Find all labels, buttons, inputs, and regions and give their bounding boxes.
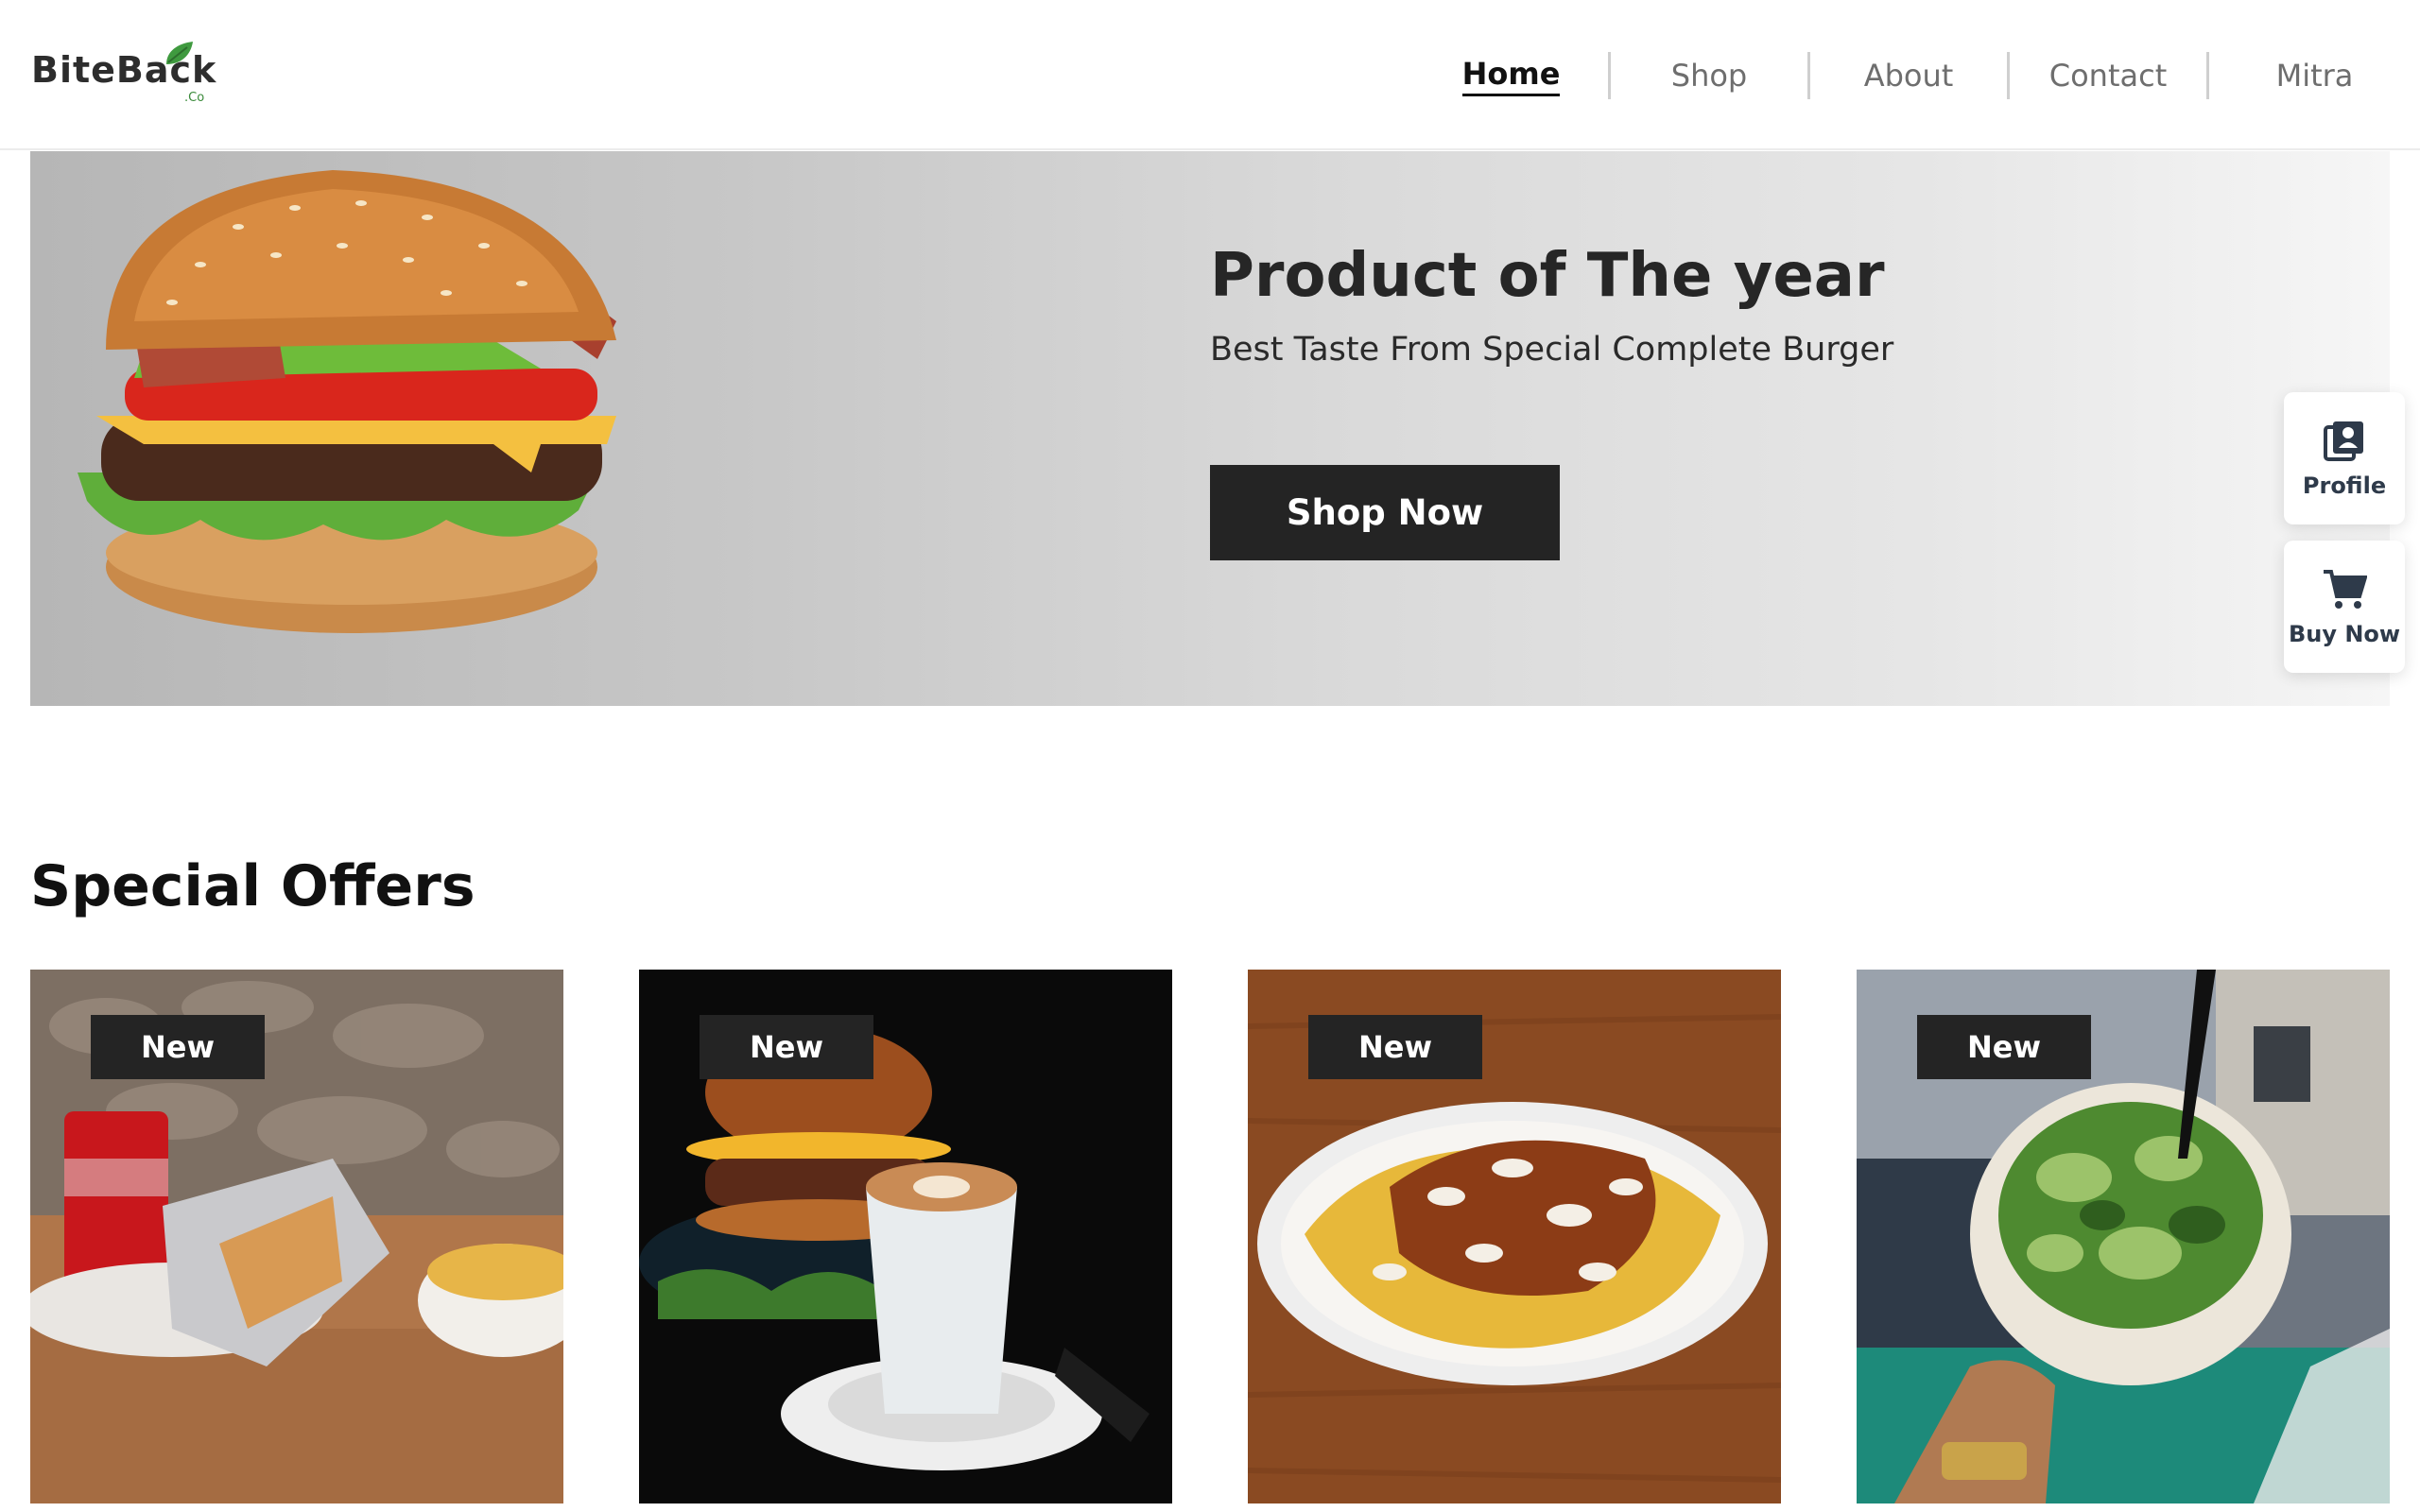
nav-shop[interactable]: Shop xyxy=(1611,49,1807,102)
nav-shop-label: Shop xyxy=(1670,58,1748,94)
offer-card[interactable]: New xyxy=(1857,970,2390,1503)
hero-burger-image xyxy=(78,170,616,633)
offer-card[interactable]: New xyxy=(30,970,563,1503)
brand-suffix: .Co xyxy=(184,91,205,105)
leaf-icon xyxy=(166,42,193,64)
nav-home[interactable]: Home xyxy=(1414,49,1608,102)
new-badge: New xyxy=(91,1015,265,1079)
nav-mitra[interactable]: Mitra xyxy=(2209,49,2420,102)
profile-label: Profile xyxy=(2302,472,2387,499)
buy-now-button[interactable]: Buy Now xyxy=(2284,541,2405,673)
nav-about-label: About xyxy=(1863,58,1954,94)
offers-grid: New New New New xyxy=(30,970,2390,1503)
offer-card[interactable]: New xyxy=(639,970,1172,1503)
nav-home-label: Home xyxy=(1461,56,1561,96)
special-offers-title: Special Offers xyxy=(30,853,475,919)
site-header: BiteBack .Co Home Shop About Contact Mit… xyxy=(0,0,2420,150)
buy-now-label: Buy Now xyxy=(2288,621,2401,647)
hero-subtitle: Best Taste From Special Complete Burger xyxy=(1210,331,1894,369)
nav-contact-label: Contact xyxy=(2048,58,2168,94)
profile-icon xyxy=(2324,421,2363,461)
new-badge: New xyxy=(1308,1015,1482,1079)
new-badge: New xyxy=(700,1015,873,1079)
new-badge: New xyxy=(1917,1015,2091,1079)
offer-card[interactable]: New xyxy=(1248,970,1781,1503)
hero-title: Product of The year xyxy=(1210,241,1885,311)
profile-button[interactable]: Profile xyxy=(2284,392,2405,524)
nav-mitra-label: Mitra xyxy=(2275,58,2354,94)
hero-banner: Product of The year Best Taste From Spec… xyxy=(30,151,2390,706)
shop-now-button[interactable]: Shop Now xyxy=(1210,465,1560,560)
main-nav: Home Shop About Contact Mitra xyxy=(1414,49,2420,102)
cart-icon xyxy=(2324,570,2367,609)
nav-about[interactable]: About xyxy=(1810,49,2007,102)
brand-logo[interactable]: BiteBack .Co xyxy=(31,42,216,105)
nav-contact[interactable]: Contact xyxy=(2010,49,2206,102)
